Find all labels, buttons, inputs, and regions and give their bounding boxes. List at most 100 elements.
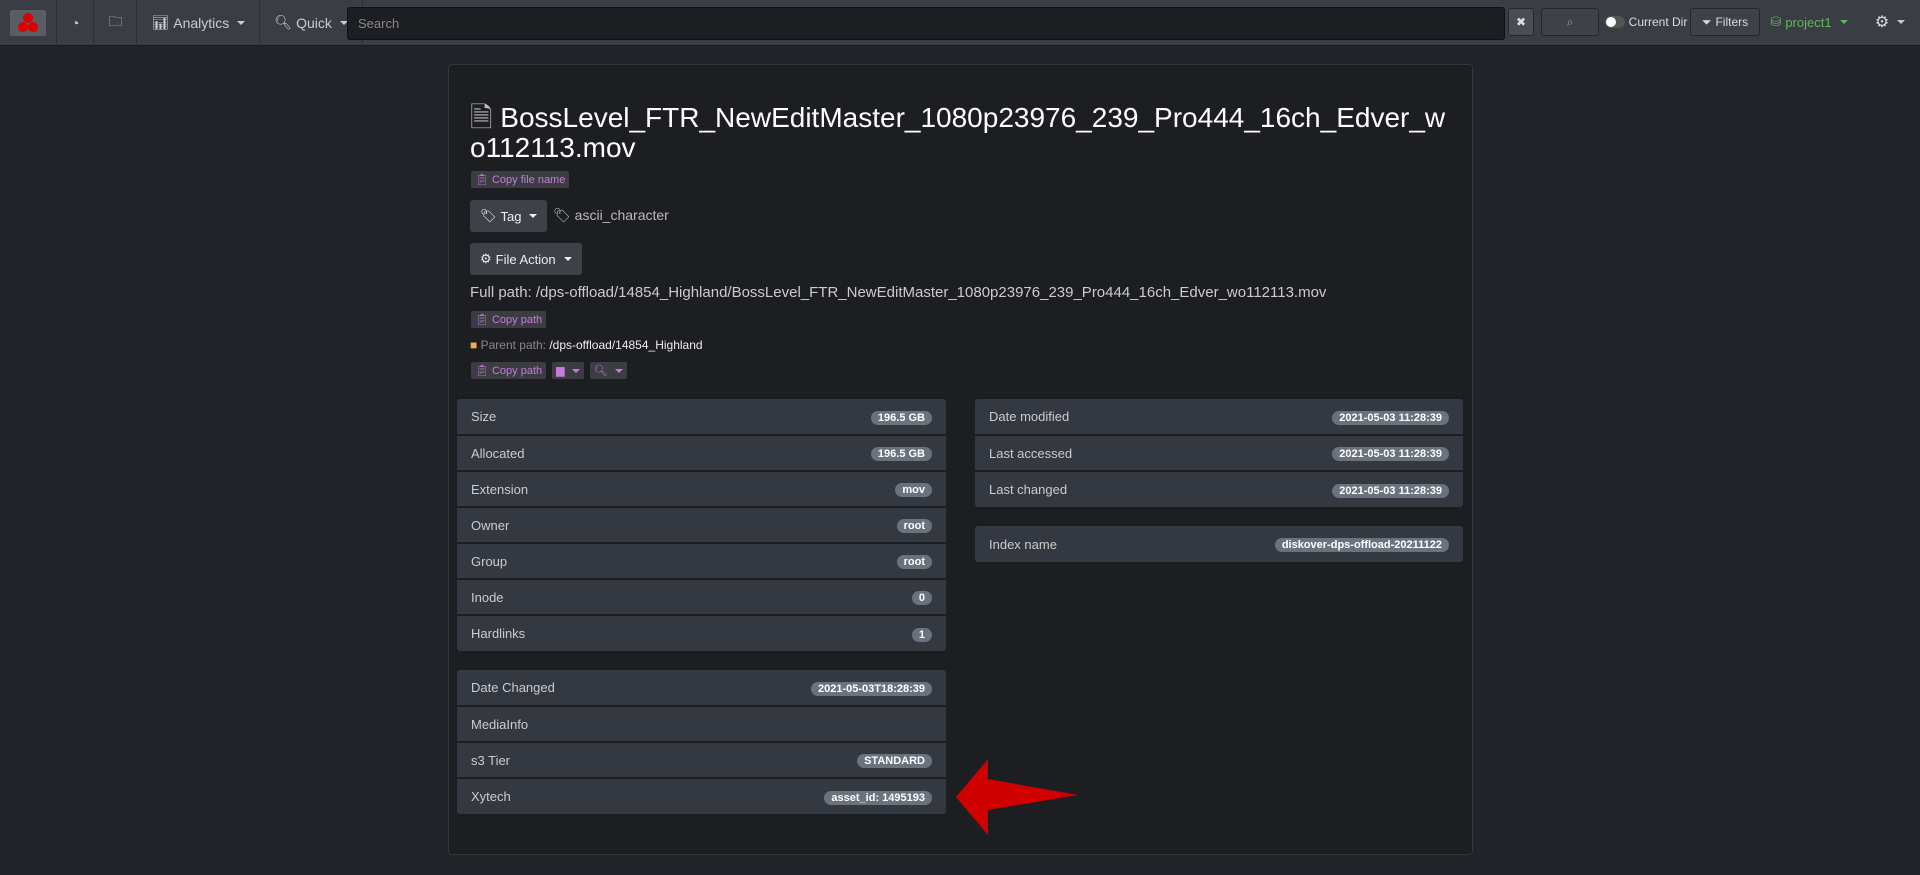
logo-button[interactable]	[0, 0, 57, 46]
analytics-dropdown-button[interactable]: ▆	[552, 362, 584, 379]
row-label: Allocated	[457, 435, 696, 472]
copy-path-button[interactable]: 📋︎ Copy path	[471, 311, 547, 328]
table-row: Extension mov	[457, 471, 946, 508]
table-row: Group root	[457, 543, 946, 580]
table-row: Allocated 196.5 GB	[457, 435, 946, 472]
dashboard-icon: ◔	[71, 14, 80, 31]
settings-menu[interactable]: ⚙	[1870, 8, 1910, 36]
row-value-cell: mov	[695, 471, 946, 508]
value-badge: 1	[911, 627, 932, 642]
file-action-label: File Action	[495, 251, 556, 267]
row-value-cell: STANDARD	[666, 742, 946, 779]
table-row: Owner root	[457, 507, 946, 544]
table-row: Date modified 2021-05-03 11:28:39	[975, 399, 1463, 436]
dashboard-button[interactable]: ◔	[57, 0, 95, 46]
row-value-cell: 0	[695, 579, 946, 616]
filters-label: Filters	[1715, 15, 1749, 29]
value-badge: mov	[895, 483, 932, 497]
search-icon: 🔍︎	[274, 14, 293, 30]
search-dropdown-button[interactable]: 🔍︎	[589, 362, 627, 379]
clipboard-icon: 📋︎	[475, 314, 489, 326]
caret-down-icon	[529, 214, 538, 218]
table-row: Xytech asset_id: 1495193	[457, 778, 946, 814]
table-row: Hardlinks 1	[457, 615, 946, 651]
gear-icon: ⚙	[1874, 14, 1890, 31]
row-label: Size	[457, 399, 696, 436]
row-label: Owner	[457, 507, 696, 544]
copy-file-name-button[interactable]: 📋︎ Copy file name	[471, 171, 570, 188]
row-value-cell: diskover-dps-offload-20211122	[1132, 526, 1463, 562]
tag-item[interactable]: 🏷︎ ascii_character	[553, 207, 669, 224]
search-icon: 🔍︎	[593, 365, 608, 377]
metadata-table: Date Changed 2021-05-03T18:28:39 MediaInfo…	[457, 670, 946, 814]
close-icon: ✖	[1515, 15, 1527, 29]
parent-path-actions: 📋︎ Copy path ▆ 🔍︎	[471, 362, 627, 379]
tag-button[interactable]: 🏷︎ Tag	[470, 200, 548, 232]
analytics-label: Analytics	[173, 14, 230, 31]
file-info-table: Size 196.5 GB Allocated 196.5 GB Extension mo…	[457, 399, 946, 651]
value-badge: STANDARD	[857, 754, 932, 768]
table-row: Inode 0	[457, 579, 946, 616]
file-title: 🗎 BossLevel_FTR_NewEditMaster_1080p23976…	[470, 103, 1450, 163]
copy-parent-path-button[interactable]: 📋︎ Copy path	[471, 362, 547, 379]
value-badge: diskover-dps-offload-20211122	[1274, 538, 1449, 552]
row-value-cell: 2021-05-03T18:28:39	[666, 670, 946, 707]
row-value-cell: 196.5 GB	[695, 399, 946, 436]
full-path: Full path: /dps-offload/14854_Highland/B…	[470, 284, 1326, 301]
hdd-icon: ⛁	[1770, 14, 1782, 29]
value-badge: asset_id: 1495193	[824, 790, 932, 805]
parent-path: ■ Parent path: /dps-offload/14854_Highla…	[470, 338, 703, 352]
copy-file-name-label: Copy file name	[491, 173, 566, 186]
current-dir-toggle[interactable]: Current Dir	[1604, 8, 1688, 36]
table-row: Index name diskover-dps-offload-20211122	[975, 526, 1463, 562]
row-label: Date modified	[975, 399, 1187, 436]
tag-icon: 🏷︎	[480, 208, 497, 223]
row-value-cell	[666, 706, 946, 743]
row-label: Date Changed	[457, 670, 667, 707]
value-badge: 2021-05-03 11:28:39	[1332, 410, 1449, 425]
bar-chart-icon: 📊︎	[151, 14, 170, 30]
caret-down-icon	[563, 257, 572, 261]
project-label: project1	[1785, 14, 1832, 30]
parent-path-link[interactable]: /dps-offload/14854_Highland	[549, 338, 702, 352]
table-row: Last accessed 2021-05-03 11:28:39	[975, 435, 1463, 472]
red-arrow-annotation	[956, 759, 1078, 835]
project-menu[interactable]: ⛁ project1	[1764, 8, 1854, 36]
row-label: s3 Tier	[457, 742, 667, 779]
file-browser-button[interactable]: 🗀	[94, 0, 138, 46]
gears-icon: ⚙	[480, 251, 492, 266]
copy-path-label: Copy path	[491, 313, 543, 326]
analytics-menu[interactable]: 📊︎ Analytics	[137, 0, 261, 46]
current-dir-label: Current Dir	[1628, 15, 1688, 29]
folder-icon: ■	[470, 338, 478, 352]
value-badge: 2021-05-03 11:28:39	[1332, 483, 1449, 498]
tag-label: ascii_character	[574, 207, 669, 223]
row-value-cell: asset_id: 1495193	[667, 778, 946, 814]
row-value-cell: root	[695, 507, 946, 544]
index-table: Index name diskover-dps-offload-20211122	[975, 526, 1463, 562]
value-badge: root	[896, 519, 932, 533]
filters-button[interactable]: ⏷ Filters	[1690, 8, 1760, 36]
toggle-switch[interactable]	[1604, 16, 1625, 28]
search-icon: ⌕	[1566, 14, 1574, 29]
value-badge: 0	[911, 591, 932, 605]
copy-path-label: Copy path	[491, 364, 543, 377]
bar-chart-icon: ▆	[556, 365, 565, 377]
row-value-cell: 2021-05-03 11:28:39	[1187, 471, 1463, 507]
value-badge: root	[896, 555, 932, 569]
caret-down-icon	[614, 368, 623, 373]
row-label: Xytech	[471, 789, 511, 804]
caret-down-icon	[1897, 20, 1906, 24]
table-row: Last changed 2021-05-03 11:28:39	[975, 471, 1463, 507]
caret-down-icon	[571, 368, 580, 373]
search-button[interactable]: ⌕	[1541, 8, 1599, 36]
row-label: Extension	[457, 471, 696, 508]
row-label: Hardlinks	[471, 626, 526, 641]
clear-search-button[interactable]: ✖	[1508, 8, 1534, 36]
filter-icon: ⏷	[1701, 14, 1712, 29]
search-input[interactable]: Search	[347, 7, 1505, 40]
value-badge: 2021-05-03 11:28:39	[1332, 447, 1449, 461]
file-name: BossLevel_FTR_NewEditMaster_1080p23976_2…	[470, 102, 1446, 163]
table-row: s3 Tier STANDARD	[457, 742, 946, 779]
file-action-button[interactable]: ⚙ File Action	[470, 243, 582, 275]
